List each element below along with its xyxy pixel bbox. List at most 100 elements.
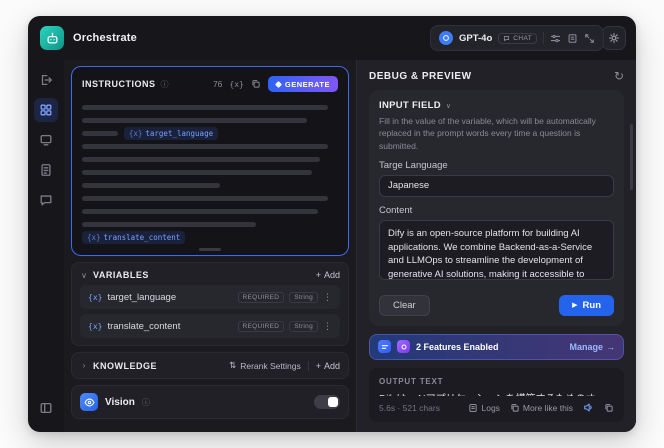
target-language-input[interactable] — [379, 174, 614, 197]
rerank-label: Rerank Settings — [240, 360, 301, 371]
chat-bubble-icon — [504, 35, 510, 41]
info-icon: ⓘ — [141, 397, 150, 407]
orchestrate-grid-icon — [40, 104, 52, 116]
monitor-icon — [40, 134, 52, 146]
variable-name: translate_content — [107, 320, 181, 332]
plus-icon: + — [315, 360, 321, 371]
speaker-icon — [584, 403, 592, 412]
redacted-text-line — [82, 222, 257, 227]
logs-button[interactable]: Logs — [468, 402, 500, 413]
scrollbar[interactable] — [630, 124, 633, 190]
copy-icon[interactable] — [251, 79, 261, 89]
instructions-header: INSTRUCTIONS ⓘ 76 {x} GENERATE — [82, 76, 338, 92]
vision-feature-row: Vision ⓘ — [71, 385, 349, 419]
sliders-icon[interactable] — [550, 33, 561, 44]
chevron-down-icon[interactable]: ∨ — [446, 102, 451, 110]
nav-back-button[interactable] — [34, 68, 58, 92]
rerank-settings-button[interactable]: ⇅ Rerank Settings — [229, 360, 301, 371]
input-field-description: Fill in the value of the variable, which… — [379, 116, 596, 151]
variable-row[interactable]: {x} target_language REQUIRED String ⋮ — [80, 285, 340, 309]
token-name: target_language — [145, 129, 214, 138]
redacted-text-line — [82, 144, 328, 149]
restart-icon[interactable]: ↻ — [614, 70, 624, 82]
variables-section: ∨ VARIABLES + Add {x} target_language RE… — [71, 262, 349, 346]
output-text-card: OUTPUT TEXT Difyは、AIアプリケーションを構築するためのオープン… — [369, 367, 624, 422]
token-prefix: {x} — [87, 233, 101, 242]
manage-features-button[interactable]: Manage → — [569, 342, 615, 352]
run-button[interactable]: ▶ Run — [559, 294, 614, 316]
variable-braces-icon: {x} — [88, 321, 103, 331]
logs-label: Logs — [481, 402, 500, 413]
prompt-text-area[interactable]: {x} target_language {x} translate_conten… — [82, 101, 338, 244]
chevron-down-icon[interactable]: ∨ — [80, 271, 88, 280]
robot-icon — [47, 32, 57, 43]
redacted-text-line — [82, 131, 118, 136]
redacted-text-line — [82, 209, 318, 214]
variable-braces-icon[interactable]: {x} — [229, 80, 243, 89]
document-icon — [41, 164, 51, 176]
row-menu-icon[interactable]: ⋮ — [323, 321, 332, 332]
nav-preview-button[interactable] — [34, 128, 58, 152]
input-field-card: INPUT FIELD ∨ Fill in the value of the v… — [369, 90, 624, 326]
add-label: Add — [323, 360, 340, 371]
run-label: Run — [582, 299, 601, 311]
redacted-text-line — [82, 157, 321, 162]
required-badge: REQUIRED — [237, 320, 285, 332]
model-selector[interactable]: GPT-4o CHAT — [430, 25, 605, 51]
variable-token[interactable]: {x} target_language — [123, 127, 219, 140]
knowledge-section: › KNOWLEDGE ⇅ Rerank Settings + Add — [71, 352, 349, 379]
features-enabled-bar[interactable]: 2 Features Enabled Manage → — [369, 333, 624, 360]
clear-button[interactable]: Clear — [379, 294, 430, 316]
resize-handle[interactable] — [199, 248, 221, 251]
prompt-panel: INSTRUCTIONS ⓘ 76 {x} GENERATE {x} targe… — [64, 60, 356, 432]
collapse-sidebar-button[interactable] — [34, 396, 58, 420]
more-like-this-label: More like this — [522, 402, 573, 413]
prompt-log-icon[interactable] — [567, 33, 578, 44]
token-prefix: {x} — [128, 129, 143, 138]
more-like-this-button[interactable]: More like this — [510, 403, 573, 413]
divider — [307, 360, 309, 371]
settings-button[interactable] — [602, 26, 626, 50]
copy-output-button[interactable] — [604, 403, 614, 413]
knowledge-title: KNOWLEDGE — [93, 360, 157, 371]
divider — [543, 32, 545, 44]
nav-annotation-button[interactable] — [34, 188, 58, 212]
feature-icon-citations — [378, 340, 391, 354]
debug-preview-panel: DEBUG & PREVIEW ↻ INPUT FIELD ∨ Fill in … — [356, 60, 636, 432]
vision-label: Vision — [105, 396, 135, 408]
plus-icon: + — [315, 270, 321, 280]
row-menu-icon[interactable]: ⋮ — [323, 292, 332, 303]
model-name: GPT-4o — [459, 32, 493, 44]
features-count-label: 2 Features Enabled — [416, 341, 499, 352]
generate-button[interactable]: GENERATE — [267, 76, 338, 92]
app-logo[interactable] — [40, 26, 64, 50]
redacted-text-line — [82, 183, 221, 188]
add-variable-button[interactable]: + Add — [316, 270, 340, 280]
redacted-text-line — [82, 118, 308, 123]
content-label: Content — [379, 204, 413, 216]
type-badge: String — [289, 291, 318, 303]
type-badge: String — [289, 320, 318, 332]
nav-rail — [28, 60, 64, 432]
chat-mode-badge: CHAT — [498, 32, 538, 44]
copy-icon — [605, 403, 613, 412]
play-icon: ▶ — [572, 301, 578, 309]
char-count: 76 — [212, 79, 223, 89]
vision-toggle[interactable] — [314, 395, 340, 409]
logs-icon — [469, 403, 478, 412]
sparkle-icon — [274, 80, 282, 88]
copies-icon — [511, 403, 519, 412]
gear-icon — [608, 32, 620, 44]
debug-preview-title: DEBUG & PREVIEW — [369, 70, 472, 82]
text-to-speech-button[interactable] — [583, 402, 594, 413]
instructions-editor[interactable]: INSTRUCTIONS ⓘ 76 {x} GENERATE {x} targe… — [71, 66, 349, 256]
nav-logs-button[interactable] — [34, 158, 58, 182]
variable-token[interactable]: {x} translate_content — [82, 231, 186, 244]
expand-icon[interactable] — [584, 33, 595, 44]
content-textarea[interactable]: Dify is an open-source platform for buil… — [379, 219, 614, 280]
nav-orchestrate-button[interactable] — [34, 98, 58, 122]
panel-layout-icon — [40, 402, 52, 414]
chevron-right-icon[interactable]: › — [80, 361, 88, 370]
add-knowledge-button[interactable]: + Add — [316, 361, 340, 371]
variable-row[interactable]: {x} translate_content REQUIRED String ⋮ — [80, 314, 340, 338]
